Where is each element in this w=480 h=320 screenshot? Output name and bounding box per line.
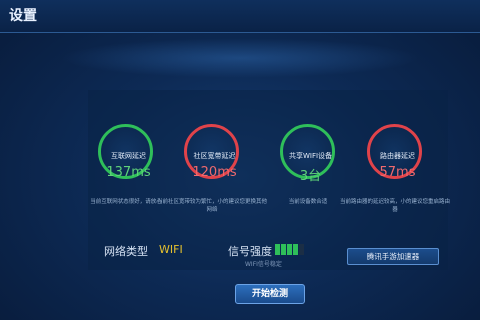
signal-strength-label: 信号强度 [228, 245, 272, 258]
status-ring: 互联网延迟 137ms [98, 124, 153, 180]
header-glow [60, 38, 420, 78]
network-type-value: WIFI [159, 243, 183, 256]
signal-bar [293, 244, 298, 255]
signal-bar [281, 244, 286, 255]
tile-label: 路由器延迟 [380, 152, 415, 160]
tile-value: 3台 [299, 169, 322, 184]
signal-bar [287, 244, 292, 255]
tile-value: 137ms [106, 165, 151, 180]
accelerator-button[interactable]: 腾讯手游加速器 [347, 248, 439, 265]
status-ring: 社区宽带延迟 120ms [184, 124, 239, 180]
tile-value: 120ms [192, 165, 237, 180]
signal-bar [299, 244, 304, 255]
tile-label: 共享WIFI设备 [288, 152, 333, 160]
tile-label: 社区宽带延迟 [193, 152, 236, 160]
tile-note: 当前路由器的延迟较高，小的建议您重启路由器 [339, 199, 450, 213]
start-detection-button[interactable]: 开始检测 [235, 284, 305, 304]
network-type-label: 网络类型 [104, 245, 148, 258]
page-title: 设置 [9, 8, 37, 24]
signal-sublabel: WIFI信号稳定 [245, 261, 282, 268]
header-bar: 设置 [0, 0, 480, 33]
tile-label: 互联网延迟 [111, 152, 146, 160]
signal-bar [275, 244, 280, 255]
status-ring: 路由器延迟 57ms [367, 124, 422, 180]
status-ring: 共享WIFI设备 3台 [280, 124, 335, 184]
signal-bars-icon [275, 244, 304, 256]
tile-value: 57ms [379, 165, 416, 180]
